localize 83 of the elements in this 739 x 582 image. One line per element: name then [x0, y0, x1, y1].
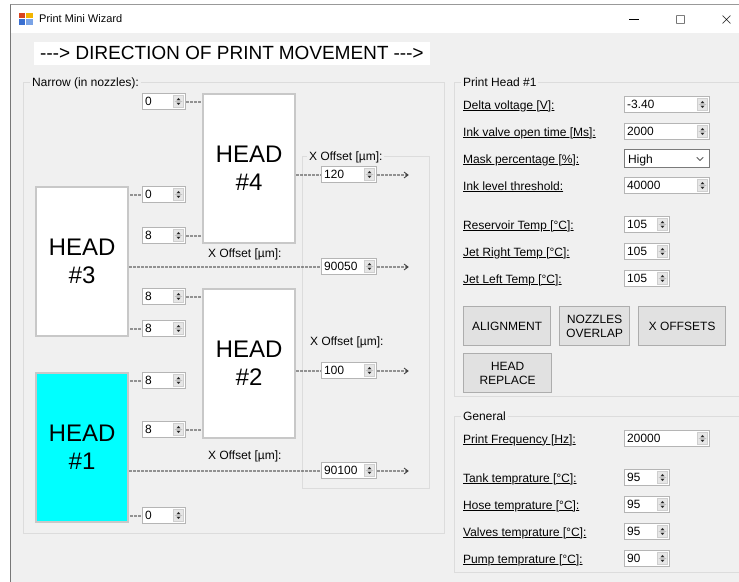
- group-title: Print Head #1: [462, 75, 538, 89]
- up-down-arrows-icon[interactable]: [364, 364, 375, 377]
- up-down-arrows-icon[interactable]: [657, 552, 668, 565]
- action-button[interactable]: NOZZLES OVERLAP: [559, 306, 630, 346]
- number-spinner[interactable]: 90100: [321, 462, 377, 479]
- minimize-icon: [629, 18, 639, 20]
- number-spinner[interactable]: 95: [624, 496, 670, 513]
- field-label: Reservoir Temp [°C]:: [463, 218, 575, 232]
- dashed-arrow-icon: [377, 263, 408, 271]
- up-down-arrows-icon[interactable]: [697, 98, 708, 111]
- number-spinner[interactable]: -3.40: [624, 96, 710, 113]
- up-down-arrows-icon[interactable]: [173, 322, 184, 335]
- number-spinner[interactable]: 90: [624, 550, 670, 567]
- number-spinner[interactable]: 105: [624, 216, 670, 233]
- group-title: X Offset [µm]:: [308, 149, 384, 163]
- number-spinner[interactable]: 0: [142, 93, 186, 110]
- field-label: Jet Right Temp [°C]:: [463, 244, 571, 258]
- number-spinner[interactable]: 90050: [321, 258, 377, 275]
- up-down-arrows-icon[interactable]: [697, 125, 708, 138]
- up-down-arrows-icon[interactable]: [697, 179, 708, 192]
- field-label: Jet Left Temp [°C]:: [463, 272, 563, 286]
- number-spinner[interactable]: 8: [142, 372, 186, 389]
- field-label: Tank temprature [°C]:: [463, 470, 578, 484]
- number-spinner[interactable]: 105: [624, 270, 670, 287]
- print-head-block[interactable]: HEAD #4: [202, 93, 296, 244]
- up-down-arrows-icon[interactable]: [657, 218, 668, 231]
- dashed-arrow-icon: [377, 171, 408, 179]
- app-icon: [19, 13, 33, 25]
- dashed-arrow-icon: [377, 467, 408, 475]
- up-down-arrows-icon[interactable]: [364, 260, 375, 273]
- up-down-arrows-icon[interactable]: [657, 471, 668, 484]
- number-spinner[interactable]: 8: [142, 227, 186, 244]
- number-spinner[interactable]: 105: [624, 243, 670, 260]
- number-spinner[interactable]: 20000: [624, 430, 710, 447]
- field-label: Print Frequency [Hz]:: [463, 432, 577, 446]
- print-head-block[interactable]: HEAD #2: [202, 288, 296, 439]
- direction-label: ---> DIRECTION OF PRINT MOVEMENT --->: [34, 42, 430, 65]
- number-spinner[interactable]: 95: [624, 469, 670, 486]
- up-down-arrows-icon[interactable]: [173, 188, 184, 201]
- action-button[interactable]: X OFFSETS: [638, 306, 726, 346]
- field-label: Valves temprature [°C]:: [463, 524, 588, 538]
- up-down-arrows-icon[interactable]: [173, 290, 184, 303]
- action-button[interactable]: ALIGNMENT: [463, 306, 551, 346]
- number-spinner[interactable]: 8: [142, 421, 186, 438]
- field-label: Ink valve open time [Ms]:: [463, 124, 597, 138]
- print-head-block[interactable]: HEAD #3: [35, 186, 129, 337]
- field-label: Hose temprature [°C]:: [463, 498, 580, 512]
- group-title: Narrow (in nozzles):: [31, 75, 140, 89]
- up-down-arrows-icon[interactable]: [173, 423, 184, 436]
- up-down-arrows-icon[interactable]: [657, 498, 668, 511]
- number-spinner[interactable]: 0: [142, 186, 186, 203]
- up-down-arrows-icon[interactable]: [364, 464, 375, 477]
- up-down-arrows-icon[interactable]: [173, 229, 184, 242]
- field-label: Pump temprature [°C]:: [463, 552, 584, 566]
- field-label: Delta voltage [V]:: [463, 98, 556, 112]
- offset-label: X Offset [µm]:: [208, 448, 282, 462]
- offset-label: X Offset [µm]:: [208, 246, 282, 260]
- number-spinner[interactable]: 0: [142, 507, 186, 524]
- number-spinner[interactable]: 8: [142, 320, 186, 337]
- field-label: Ink level threshold:: [463, 178, 564, 192]
- up-down-arrows-icon[interactable]: [657, 525, 668, 538]
- maximize-icon: [674, 14, 686, 24]
- window-title: Print Mini Wizard: [39, 13, 124, 25]
- up-down-arrows-icon[interactable]: [657, 245, 668, 258]
- up-down-arrows-icon[interactable]: [697, 432, 708, 445]
- up-down-arrows-icon[interactable]: [173, 95, 184, 108]
- number-spinner[interactable]: 120: [321, 166, 377, 183]
- number-spinner[interactable]: 40000: [624, 177, 710, 194]
- print-head-block[interactable]: HEAD #1: [35, 372, 129, 523]
- up-down-arrows-icon[interactable]: [657, 272, 668, 285]
- action-button[interactable]: HEAD REPLACE: [463, 353, 552, 393]
- group-title: General: [462, 409, 507, 423]
- number-spinner[interactable]: 100: [321, 362, 377, 379]
- up-down-arrows-icon[interactable]: [173, 509, 184, 522]
- up-down-arrows-icon[interactable]: [173, 374, 184, 387]
- number-spinner[interactable]: 2000: [624, 123, 710, 140]
- dashed-arrow-icon: [377, 367, 408, 375]
- up-down-arrows-icon[interactable]: [364, 168, 375, 181]
- number-spinner[interactable]: 95: [624, 523, 670, 540]
- field-label: Mask percentage [%]:: [463, 152, 580, 166]
- offset-label: X Offset [µm]:: [310, 334, 384, 348]
- number-spinner[interactable]: 8: [142, 288, 186, 305]
- dropdown[interactable]: High: [624, 149, 710, 168]
